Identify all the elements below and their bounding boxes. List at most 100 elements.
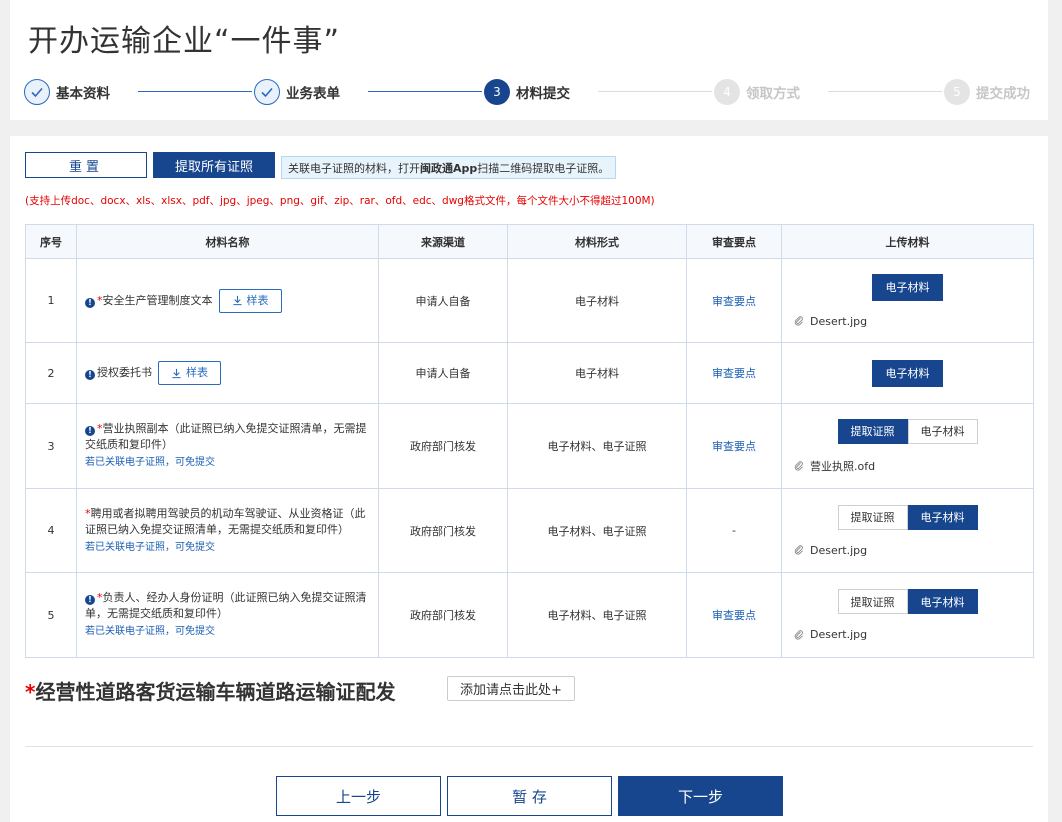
form-cell: 电子材料、电子证照: [507, 403, 687, 489]
check-points-link[interactable]: 审查要点: [712, 295, 756, 308]
upload-format-note: (支持上传doc、docx、xls、xlsx、pdf、jpg、jpeg、png、…: [25, 195, 655, 207]
file-name: Desert.jpg: [810, 314, 868, 328]
step-label: 材料提交: [516, 86, 570, 102]
material-name: 授权委托书: [97, 366, 152, 379]
linked-certificate-note[interactable]: 若已关联电子证照，可免提交: [85, 455, 370, 471]
material-source-toggle: 提取证照 电子材料: [837, 589, 978, 614]
electronic-material-option[interactable]: 电子材料: [907, 504, 978, 530]
info-icon[interactable]: !: [85, 297, 95, 308]
check-cell: 审查要点: [686, 342, 782, 404]
check-icon: [254, 79, 280, 105]
check-cell: 审查要点: [686, 258, 782, 343]
electronic-material-button[interactable]: 电子材料: [872, 359, 943, 387]
page-title: 开办运输企业“一件事”: [28, 24, 341, 59]
paperclip-icon: [794, 316, 803, 326]
add-entry-button[interactable]: 添加请点击此处+: [447, 676, 575, 701]
info-icon[interactable]: !: [85, 426, 95, 436]
reset-button[interactable]: 重置: [25, 152, 147, 178]
save-draft-button[interactable]: 暂 存: [447, 776, 612, 816]
fetch-all-certificates-button[interactable]: 提取所有证照: [153, 152, 275, 178]
upload-cell: 电子材料: [781, 342, 1034, 404]
step-number: 5: [944, 79, 970, 105]
check-points-link[interactable]: 审查要点: [712, 609, 756, 622]
row-index: 3: [25, 403, 77, 489]
check-icon: [24, 79, 50, 105]
form-cell: 电子材料、电子证照: [507, 572, 687, 658]
col-header-name: 材料名称: [76, 224, 379, 259]
linked-certificate-note[interactable]: 若已关联电子证照，可免提交: [85, 540, 370, 556]
step-basic-info: 基本资料: [24, 78, 110, 106]
step-connector: [598, 91, 712, 92]
step-number: 4: [714, 79, 740, 105]
material-name: 聘用或者拟聘用驾驶员的机动车驾驶证、从业资格证（此证照已纳入免提交证照清单，无需…: [85, 506, 366, 536]
table-row: 4 *聘用或者拟聘用驾驶员的机动车驾驶证、从业资格证（此证照已纳入免提交证照清单…: [25, 488, 1034, 573]
electronic-material-option[interactable]: 电子材料: [907, 589, 978, 614]
col-header-check: 审查要点: [686, 224, 782, 259]
progress-steps: 基本资料 业务表单 3 材料提交 4 领取方式 5 提交成功: [24, 78, 1034, 106]
row-index: 4: [25, 488, 77, 573]
material-name: 负责人、经办人身份证明（此证照已纳入免提交证照清单，无需提交纸质和复印件）: [85, 591, 367, 620]
required-mark: *: [25, 680, 36, 704]
uploaded-file[interactable]: Desert.jpg: [794, 628, 867, 641]
sample-download-button[interactable]: 样表: [158, 361, 221, 385]
step-label: 基本资料: [56, 86, 110, 102]
table-row: 3 ! *营业执照副本（此证照已纳入免提交证照清单，无需提交纸质和复印件） 若已关…: [25, 403, 1034, 489]
paperclip-icon: [794, 545, 803, 555]
material-name-cell: ! *负责人、经办人身份证明（此证照已纳入免提交证照清单，无需提交纸质和复印件） …: [76, 572, 379, 658]
source-cell: 政府部门核发: [378, 403, 508, 489]
section-title: *经营性道路客货运输车辆道路运输证配发: [25, 676, 395, 705]
material-source-toggle: 提取证照 电子材料: [837, 504, 978, 530]
prev-step-button[interactable]: 上一步: [276, 776, 441, 816]
materials-panel: 重置 提取所有证照 关联电子证照的材料，打开 闽政通App 扫描二维码提取电子证照。…: [10, 136, 1048, 822]
info-icon[interactable]: !: [85, 370, 95, 380]
check-points-link[interactable]: 审查要点: [712, 367, 756, 380]
table-row: 2 ! 授权委托书 样表 申请人自备 电子材料 审查要点 电子材料: [25, 342, 1034, 404]
row-index: 1: [25, 258, 77, 343]
form-cell: 电子材料: [507, 258, 687, 343]
source-cell: 政府部门核发: [378, 572, 508, 658]
material-name-cell: ! 授权委托书 样表: [76, 342, 379, 404]
sample-label: 样表: [186, 366, 208, 379]
col-header-index: 序号: [25, 224, 77, 259]
fetch-certificate-option[interactable]: 提取证照: [837, 418, 908, 444]
linked-certificate-note[interactable]: 若已关联电子证照，可免提交: [85, 624, 370, 640]
electronic-material-button[interactable]: 电子材料: [872, 273, 943, 301]
material-name-cell: ! *安全生产管理制度文本 样表: [76, 258, 379, 343]
fetch-certificate-option[interactable]: 提取证照: [837, 589, 908, 614]
step-submit-success: 5 提交成功: [944, 78, 1030, 106]
source-cell: 政府部门核发: [378, 488, 508, 573]
table-row: 5 ! *负责人、经办人身份证明（此证照已纳入免提交证照清单，无需提交纸质和复印件…: [25, 572, 1034, 658]
materials-table: 序号 材料名称 来源渠道 材料形式 审查要点 上传材料 1 ! *安全生产管理制度…: [25, 224, 1034, 658]
step-business-form: 业务表单: [254, 78, 340, 106]
step-number: 3: [484, 79, 510, 105]
sample-download-button[interactable]: 样表: [218, 288, 282, 313]
row-index: 2: [25, 342, 77, 404]
next-step-button[interactable]: 下一步: [618, 776, 783, 816]
divider: [25, 746, 1033, 747]
step-label: 业务表单: [286, 86, 340, 102]
form-cell: 电子材料、电子证照: [507, 488, 687, 573]
step-connector: [138, 91, 252, 92]
upload-cell: 提取证照 电子材料 营业执照.ofd: [781, 403, 1034, 489]
hint-text: 扫描二维码提取电子证照。: [477, 161, 610, 175]
fetch-certificate-option[interactable]: 提取证照: [837, 504, 908, 530]
uploaded-file[interactable]: Desert.jpg: [794, 315, 867, 328]
check-points-link[interactable]: 审查要点: [712, 440, 756, 453]
check-cell: -: [686, 488, 782, 573]
check-cell: 审查要点: [686, 572, 782, 658]
file-name: Desert.jpg: [810, 543, 868, 557]
material-name-cell: *聘用或者拟聘用驾驶员的机动车驾驶证、从业资格证（此证照已纳入免提交证照清单，无…: [76, 488, 379, 573]
electronic-material-option[interactable]: 电子材料: [907, 418, 978, 444]
hint-text: 关联电子证照的材料，打开: [288, 161, 420, 175]
info-icon[interactable]: !: [85, 595, 95, 605]
col-header-source: 来源渠道: [378, 224, 508, 259]
sample-label: 样表: [246, 293, 269, 307]
source-cell: 申请人自备: [378, 258, 508, 343]
uploaded-file[interactable]: 营业执照.ofd: [794, 458, 875, 474]
uploaded-file[interactable]: Desert.jpg: [794, 544, 867, 557]
section-title-text: 经营性道路客货运输车辆道路运输证配发: [35, 680, 396, 704]
certificate-hint: 关联电子证照的材料，打开 闽政通App 扫描二维码提取电子证照。: [281, 156, 617, 179]
check-cell: 审查要点: [686, 403, 782, 489]
step-pickup-method: 4 领取方式: [714, 78, 800, 106]
material-name: 营业执照副本（此证照已纳入免提交证照清单，无需提交纸质和复印件）: [85, 422, 367, 451]
